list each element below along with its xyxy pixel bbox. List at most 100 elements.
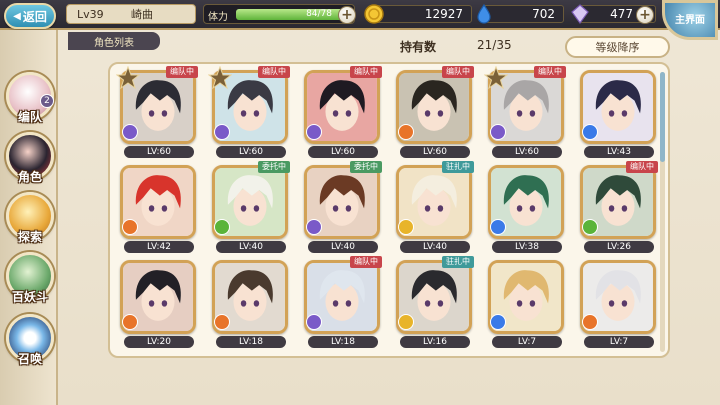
element-icon: [582, 314, 598, 330]
character-level: LV:60: [216, 146, 286, 158]
character-card[interactable]: 编队中 LV:60: [116, 66, 198, 158]
leader-star-icon: [484, 66, 508, 90]
add-gem-button[interactable]: +: [636, 6, 654, 24]
status-tag: 委托中: [258, 161, 290, 173]
nav-item-battle[interactable]: 百妖斗: [4, 252, 56, 314]
nav-label-characters: 角色: [17, 170, 42, 184]
team-count-badge: 2: [40, 94, 54, 108]
element-icon: [306, 219, 322, 235]
character-level: LV:60: [492, 146, 562, 158]
character-level: LV:38: [492, 241, 562, 253]
owned-label: 持有数: [400, 40, 437, 54]
scrollbar-thumb[interactable]: [660, 72, 665, 162]
player-level-box: Lv39 崎曲: [66, 4, 196, 24]
nav-item-summon[interactable]: 召唤: [4, 314, 56, 376]
chevron-left-icon: ◀: [13, 10, 21, 22]
nav-item-characters[interactable]: 角色: [4, 132, 56, 194]
character-card[interactable]: LV:7: [578, 256, 658, 348]
element-icon: [122, 314, 138, 330]
status-tag: 驻扎中: [442, 256, 474, 268]
character-level: LV:40: [308, 241, 378, 253]
stamina-label: 体力: [208, 12, 228, 23]
gold-counter: 12927: [364, 4, 472, 24]
home-button[interactable]: 主界面: [662, 0, 718, 40]
nav-label-explore: 探索: [17, 230, 42, 244]
status-tag: 编队中: [534, 66, 566, 78]
top-status-bar: ◀ 返回 Lv39 崎曲 体力 84/78 + 12927 702 477 + …: [0, 0, 720, 40]
character-list-tab: 角色列表: [68, 32, 160, 50]
status-tag: 编队中: [442, 66, 474, 78]
water-counter: 702: [477, 3, 564, 24]
element-icon: [582, 219, 598, 235]
element-icon: [306, 314, 322, 330]
character-card[interactable]: 委托中 LV:40: [210, 161, 290, 253]
character-level: LV:42: [124, 241, 194, 253]
character-card[interactable]: 编队中 LV:60: [394, 66, 474, 158]
character-level: LV:16: [400, 336, 470, 348]
status-tag: 编队中: [166, 66, 198, 78]
water-amount: 702: [532, 7, 555, 21]
nav-label-summon: 召唤: [17, 352, 42, 366]
leader-star-icon: [208, 66, 232, 90]
nav-label-team: 编队: [17, 110, 42, 124]
character-card[interactable]: LV:7: [486, 256, 566, 348]
character-card[interactable]: 编队中 LV:60: [484, 66, 566, 158]
character-level: LV:20: [124, 336, 194, 348]
character-level: LV:60: [124, 146, 194, 158]
character-level: LV:7: [492, 336, 562, 348]
element-icon: [306, 124, 322, 140]
character-card[interactable]: 编队中 LV:60: [302, 66, 382, 158]
element-icon: [398, 124, 414, 140]
status-tag: 编队中: [626, 161, 658, 173]
character-level: LV:60: [400, 146, 470, 158]
water-drop-icon: [477, 3, 491, 24]
element-icon: [214, 314, 230, 330]
sort-button[interactable]: 等级降序: [565, 36, 670, 58]
element-icon: [582, 124, 598, 140]
nav-label-battle: 百妖斗: [11, 290, 48, 304]
nav-item-explore[interactable]: 探索: [4, 192, 56, 254]
character-card[interactable]: 委托中 LV:40: [302, 161, 382, 253]
character-level: LV:26: [584, 241, 654, 253]
status-tag: 委托中: [350, 161, 382, 173]
character-card[interactable]: LV:38: [486, 161, 566, 253]
status-tag: 编队中: [350, 66, 382, 78]
character-card[interactable]: 驻扎中 LV:40: [394, 161, 474, 253]
element-icon: [214, 124, 230, 140]
sort-label: 等级降序: [595, 41, 640, 54]
nav-item-team[interactable]: 编队 2: [4, 72, 56, 134]
gold-coin-icon: [364, 4, 384, 24]
character-level: LV:60: [308, 146, 378, 158]
character-card[interactable]: 编队中 LV:18: [302, 256, 382, 348]
add-stamina-button[interactable]: +: [338, 6, 356, 24]
character-card[interactable]: LV:42: [118, 161, 198, 253]
player-name: 崎曲: [131, 8, 153, 21]
character-card[interactable]: 编队中 LV:60: [208, 66, 290, 158]
element-icon: [214, 219, 230, 235]
character-card[interactable]: 编队中 LV:26: [578, 161, 658, 253]
character-card[interactable]: LV:18: [210, 256, 290, 348]
character-level: LV:7: [584, 336, 654, 348]
back-label: 返回: [22, 9, 47, 24]
element-icon: [122, 124, 138, 140]
status-tag: 编队中: [350, 256, 382, 268]
stamina-value: 84/78: [306, 9, 332, 19]
gold-amount: 12927: [424, 7, 463, 21]
home-label: 主界面: [675, 14, 705, 26]
character-card[interactable]: LV:43: [578, 66, 658, 158]
element-icon: [122, 219, 138, 235]
character-level: LV:18: [308, 336, 378, 348]
gem-amount: 477: [610, 7, 633, 21]
character-card[interactable]: LV:20: [118, 256, 198, 348]
character-level: LV:43: [584, 146, 654, 158]
leader-star-icon: [116, 66, 140, 90]
left-nav: 编队 2 角色 探索 百妖斗 召唤: [0, 30, 58, 405]
character-card[interactable]: 驻扎中 LV:16: [394, 256, 474, 348]
element-icon: [490, 219, 506, 235]
element-icon: [490, 314, 506, 330]
status-tag: 编队中: [258, 66, 290, 78]
status-tag: 驻扎中: [442, 161, 474, 173]
character-level: LV:40: [400, 241, 470, 253]
element-icon: [490, 124, 506, 140]
back-button[interactable]: ◀ 返回: [4, 3, 56, 29]
